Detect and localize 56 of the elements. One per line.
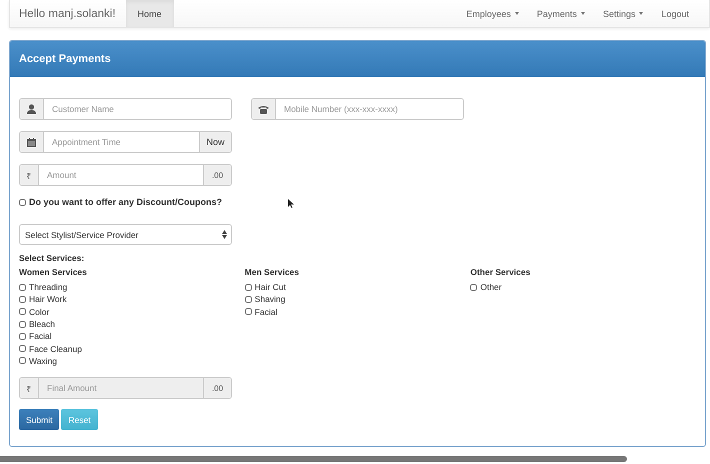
rupee-addon: ₹: [20, 165, 39, 185]
discount-label: Do you want to offer any Discount/Coupons?: [29, 197, 222, 207]
text-input[interactable]: Appointment Time: [44, 132, 199, 152]
checkbox[interactable]: [19, 332, 26, 340]
now-button[interactable]: Now: [199, 132, 231, 152]
input-group[interactable]: ₹ Amount .00: [19, 164, 232, 186]
decimal-addon: .00: [203, 378, 231, 398]
panel-title: Accept Payments: [19, 53, 111, 65]
checkbox-label: Hair Work: [29, 294, 67, 304]
text-input[interactable]: Amount: [39, 165, 203, 185]
group-title: Women Services: [19, 267, 88, 277]
stylist-select[interactable]: Select Stylist/Service Provider: [19, 224, 232, 245]
checkbox[interactable]: [19, 345, 26, 352]
decimal-addon: .00: [203, 165, 231, 185]
brand-text[interactable]: Hello manj.solanki!: [10, 0, 126, 27]
scrollbar[interactable]: [0, 456, 627, 462]
checkbox-label: Bleach: [29, 319, 55, 330]
checkbox-label: Facial: [254, 306, 278, 317]
checkbox[interactable]: [19, 308, 26, 316]
group-title: Men Services: [244, 267, 300, 277]
group-title: Other Services: [470, 267, 532, 277]
checkbox[interactable]: [244, 308, 252, 316]
checkbox-label: Other: [480, 282, 502, 292]
checkbox[interactable]: [244, 296, 252, 303]
input-group[interactable]: Mobile Number (xxx-xxx-xxxx): [251, 98, 464, 120]
cursor-icon: [288, 199, 294, 208]
input-group[interactable]: Customer Name: [19, 98, 232, 120]
checkbox[interactable]: [19, 320, 26, 328]
section-label: Select Services:: [19, 253, 86, 263]
nav-link[interactable]: Employees: [457, 0, 528, 27]
submit-button[interactable]: Submit: [19, 409, 60, 430]
checkbox[interactable]: [19, 357, 26, 364]
updown-icon: [222, 230, 227, 239]
text-input[interactable]: Customer Name: [44, 99, 231, 119]
checkbox[interactable]: [244, 284, 252, 291]
calendar-icon: [27, 138, 36, 146]
checkbox-label: Facial: [29, 331, 52, 342]
checkbox[interactable]: [19, 284, 26, 291]
text-input[interactable]: Mobile Number (xxx-xxx-xxxx): [276, 99, 463, 119]
user-icon: [27, 104, 36, 114]
rupee-addon: ₹: [20, 378, 39, 398]
checkbox[interactable]: [19, 296, 26, 303]
checkbox-label: Face Cleanup: [29, 344, 82, 354]
nav-link[interactable]: Logout: [652, 0, 709, 27]
checkbox-label: Threading: [29, 282, 68, 292]
nav-link[interactable]: Settings: [594, 0, 652, 27]
checkbox-label: Color: [29, 306, 50, 317]
nav-link[interactable]: Payments: [528, 0, 594, 27]
checkbox-label: Hair Cut: [254, 282, 286, 292]
phone-icon: [258, 104, 269, 114]
checkbox-label: Waxing: [29, 356, 58, 366]
checkbox[interactable]: [19, 198, 26, 206]
nav-link[interactable]: Home: [126, 0, 174, 27]
checkbox[interactable]: [470, 284, 478, 291]
input-group[interactable]: Appointment Time Now: [19, 131, 232, 153]
checkbox-label: Shaving: [254, 294, 286, 304]
